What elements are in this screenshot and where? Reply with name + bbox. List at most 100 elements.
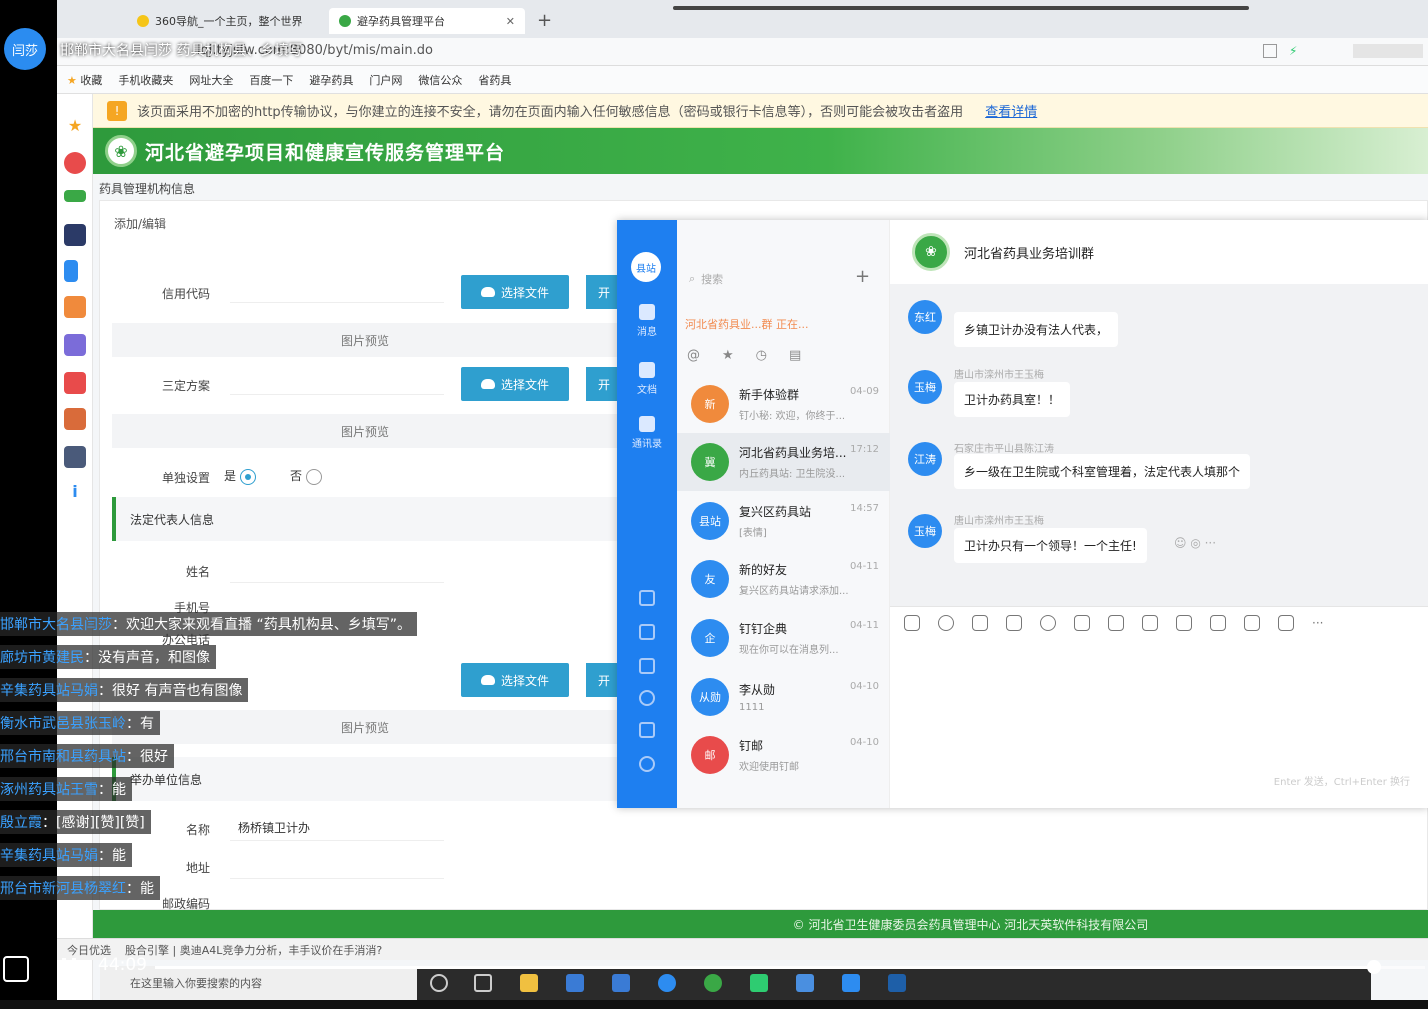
file-explorer-icon[interactable] bbox=[520, 974, 538, 992]
bookmark-item[interactable]: 网址大全 bbox=[189, 72, 233, 88]
calendar-icon[interactable] bbox=[639, 590, 655, 606]
game-icon[interactable] bbox=[64, 296, 86, 318]
lightning-icon[interactable]: ⚡ bbox=[1289, 44, 1297, 58]
radio-yes[interactable]: 是 bbox=[224, 467, 256, 485]
reader-icon[interactable] bbox=[1263, 44, 1277, 58]
bookmark-item[interactable]: 门户网 bbox=[369, 72, 402, 88]
mail-icon[interactable] bbox=[612, 974, 630, 992]
choose-file-button[interactable]: 选择文件 bbox=[461, 275, 569, 309]
todo-icon[interactable] bbox=[639, 624, 655, 640]
pinned-banner[interactable]: 河北省药具业...群 正在... bbox=[685, 316, 883, 334]
cortana-icon[interactable] bbox=[430, 974, 448, 992]
user-avatar[interactable]: 县站 bbox=[631, 252, 661, 282]
checkbox-icon[interactable] bbox=[1142, 614, 1158, 631]
clock-icon[interactable]: ◷ bbox=[756, 348, 767, 363]
message-bubble[interactable]: 乡一级在卫生院或个科室管理着，法定代表人填那个 bbox=[954, 454, 1251, 489]
app-icon[interactable] bbox=[888, 974, 906, 992]
nav-docs[interactable]: 文档 bbox=[625, 362, 669, 396]
dingtalk-icon[interactable] bbox=[842, 974, 860, 992]
at-icon[interactable]: @ bbox=[687, 348, 700, 363]
emoji-icon[interactable] bbox=[938, 614, 954, 631]
game-icon[interactable] bbox=[64, 446, 86, 468]
folder-icon[interactable]: ▤ bbox=[789, 348, 801, 363]
ding-icon[interactable] bbox=[1176, 614, 1192, 631]
message-bubble[interactable]: 卫计办药具室！！ bbox=[954, 382, 1071, 417]
video-icon[interactable] bbox=[64, 372, 86, 394]
task-view-icon[interactable] bbox=[474, 974, 492, 992]
weibo-icon[interactable] bbox=[64, 152, 86, 174]
game-icon[interactable] bbox=[64, 334, 86, 356]
conversation-item-active[interactable]: 冀 河北省药具业务培... 17:12 内丘药具站: 卫生院没... bbox=[677, 433, 890, 491]
message-bubble[interactable]: 卫计办只有一个领导！一个主任! bbox=[954, 528, 1147, 563]
thumbs-up-icon[interactable] bbox=[972, 614, 988, 631]
host-avatar[interactable]: 闫莎 bbox=[4, 28, 46, 70]
favorites-icon[interactable]: ★ bbox=[64, 116, 86, 138]
browser-tab-active[interactable]: 避孕药具管理平台 ✕ bbox=[329, 8, 525, 34]
taskbar-search[interactable]: 在这里输入你要搜索的内容 bbox=[100, 966, 417, 1000]
name-input[interactable] bbox=[230, 555, 444, 583]
add-icon[interactable]: + bbox=[855, 266, 870, 287]
view-details-link[interactable]: 查看详情 bbox=[985, 101, 1037, 120]
nav-messages[interactable]: 消息 bbox=[625, 304, 669, 338]
choose-file-button[interactable]: 选择文件 bbox=[461, 367, 569, 401]
bookmark-item[interactable]: 省药具 bbox=[478, 72, 511, 88]
phone-icon[interactable] bbox=[639, 690, 655, 706]
more-icon[interactable]: ··· bbox=[1312, 616, 1323, 630]
video-icon[interactable] bbox=[1244, 614, 1260, 631]
mail-icon[interactable] bbox=[639, 722, 655, 738]
store-icon[interactable] bbox=[566, 974, 584, 992]
radio-yes-icon[interactable] bbox=[239, 468, 256, 485]
360-browser-icon[interactable] bbox=[704, 974, 722, 992]
sender-avatar[interactable]: 玉梅 bbox=[908, 514, 942, 548]
message-bubble[interactable]: 乡镇卫计办没有法人代表， bbox=[954, 312, 1119, 347]
workbench-icon[interactable] bbox=[639, 756, 655, 772]
bookmark-item[interactable]: 避孕药具 bbox=[309, 72, 353, 88]
new-tab-icon[interactable]: + bbox=[537, 10, 552, 31]
ding-icon[interactable] bbox=[639, 658, 655, 674]
bookmark-item[interactable]: 微信公众 bbox=[418, 72, 462, 88]
conversation-item[interactable]: 从勋 李从勋 04-10 1111 bbox=[677, 668, 890, 726]
calendar-icon[interactable] bbox=[1108, 614, 1124, 631]
sender-avatar[interactable]: 东红 bbox=[908, 300, 942, 334]
search-input[interactable]: ⌕ 搜索 bbox=[689, 268, 859, 290]
radio-no[interactable]: 否 bbox=[290, 467, 322, 485]
browser-tab-360[interactable]: 360导航_一个主页，整个世界 bbox=[127, 8, 313, 34]
app-icon[interactable] bbox=[64, 224, 86, 246]
org-name-input[interactable]: 杨桥镇卫计办 bbox=[230, 813, 444, 841]
conversation-item[interactable]: 邮 钉邮 04-10 欢迎使用钉邮 bbox=[677, 726, 890, 784]
group-avatar[interactable]: ❀ bbox=[912, 233, 950, 271]
ticker-item[interactable]: 股合引擎 | 奥迪A4L竞争力分析，丰手议价在手消消? bbox=[125, 942, 382, 958]
edge-icon[interactable] bbox=[658, 974, 676, 992]
bookmark-item[interactable]: ★ 收藏 bbox=[67, 72, 102, 88]
radio-no-icon[interactable] bbox=[305, 468, 322, 485]
close-tab-icon[interactable]: ✕ bbox=[506, 15, 515, 28]
mail-icon[interactable] bbox=[1278, 614, 1294, 631]
player-menu-icon[interactable] bbox=[3, 956, 29, 982]
conversation-item[interactable]: 友 新的好友 04-11 复兴区药具站请求添加... bbox=[677, 550, 890, 608]
conversation-item[interactable]: 县站 复兴区药具站 14:57 [表情] bbox=[677, 492, 890, 550]
ip-icon[interactable]: i bbox=[64, 482, 86, 504]
search-box[interactable] bbox=[1353, 44, 1423, 58]
document-icon[interactable] bbox=[64, 260, 78, 282]
bookmark-item[interactable]: 百度一下 bbox=[249, 72, 293, 88]
nav-contacts[interactable]: 通讯录 bbox=[625, 416, 669, 450]
sender-avatar[interactable]: 玉梅 bbox=[908, 370, 942, 404]
conversation-item[interactable]: 新 新手体验群 04-09 钉小秘: 欢迎，你终于... bbox=[677, 375, 890, 433]
folder-icon[interactable] bbox=[1074, 614, 1090, 631]
at-icon[interactable] bbox=[1040, 614, 1056, 631]
wechat-icon[interactable] bbox=[750, 974, 768, 992]
scissors-icon[interactable] bbox=[1006, 614, 1022, 631]
gif-icon[interactable] bbox=[904, 614, 920, 631]
app-icon[interactable] bbox=[796, 974, 814, 992]
sanding-input[interactable] bbox=[230, 367, 444, 395]
phone-icon[interactable] bbox=[1210, 614, 1226, 631]
credit-code-input[interactable] bbox=[230, 275, 444, 303]
sender-avatar[interactable]: 江涛 bbox=[908, 442, 942, 476]
star-icon[interactable]: ★ bbox=[722, 348, 734, 363]
conversation-item[interactable]: 企 钉钉企典 04-11 现在你可以在消息列... bbox=[677, 609, 890, 667]
bookmark-item[interactable]: 手机收藏夹 bbox=[118, 72, 173, 88]
address-input[interactable] bbox=[230, 851, 444, 879]
message-actions-icon[interactable]: ☺ ◎ ··· bbox=[1174, 536, 1216, 550]
mail-icon[interactable] bbox=[64, 190, 86, 202]
pause-icon[interactable] bbox=[62, 958, 78, 980]
